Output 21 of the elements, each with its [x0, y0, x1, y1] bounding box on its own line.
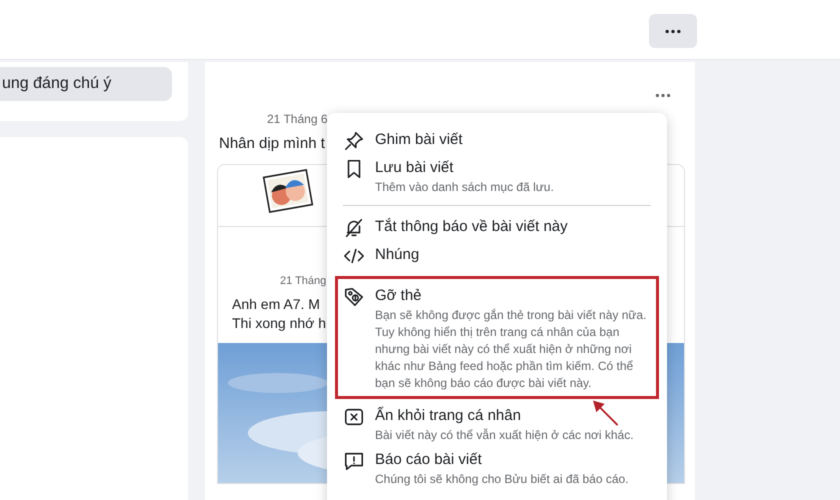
close-icon	[343, 406, 365, 428]
more-icon[interactable]	[655, 93, 671, 98]
post-text: Nhân dịp mình t	[219, 135, 325, 152]
post-text: Anh em A7. M	[232, 295, 320, 314]
more-icon	[664, 28, 682, 34]
post-date: 21 Tháng 6	[267, 112, 328, 126]
tag-icon	[343, 286, 365, 308]
menu-item[interactable]: Tắt thông báo về bài viết này	[335, 214, 659, 242]
menu-item[interactable]: Ẩn khỏi trang cá nhân Bài viết này có thể vẫn xuất hiện ở các nơi khác.	[335, 403, 659, 447]
post-date: 21 Tháng	[280, 275, 326, 287]
bell-off-icon	[343, 217, 365, 239]
sidebar-item[interactable]: ung đáng chú ý	[0, 67, 172, 101]
menu-item[interactable]: Báo cáo bài viết Chúng tôi sẽ không cho Bửu biết ai đã báo cáo.	[335, 447, 659, 491]
menu-item[interactable]: Gỡ thẻ Bạn sẽ không được gắn thẻ trong bài viết này nữa. Tuy không hiển thị trên trang cá nhân của bạn nhưng bài viết này có thể xuất hiện ở những nơi khác như Bảng feed hoặc phần tìm kiếm. Có thể bạn sẽ không báo cáo được bài viết này.	[335, 276, 659, 399]
pin-icon	[343, 130, 365, 152]
menu-item[interactable]: Nhúng	[335, 242, 659, 270]
post-text: Thi xong nhớ h	[232, 314, 326, 333]
annotation-arrow	[592, 400, 620, 427]
report-icon	[343, 450, 365, 472]
menu-item[interactable]: Lưu bài viết Thêm vào danh sách mục đã lưu.	[335, 155, 659, 199]
menu-item[interactable]: Ghim bài viết	[335, 127, 659, 155]
